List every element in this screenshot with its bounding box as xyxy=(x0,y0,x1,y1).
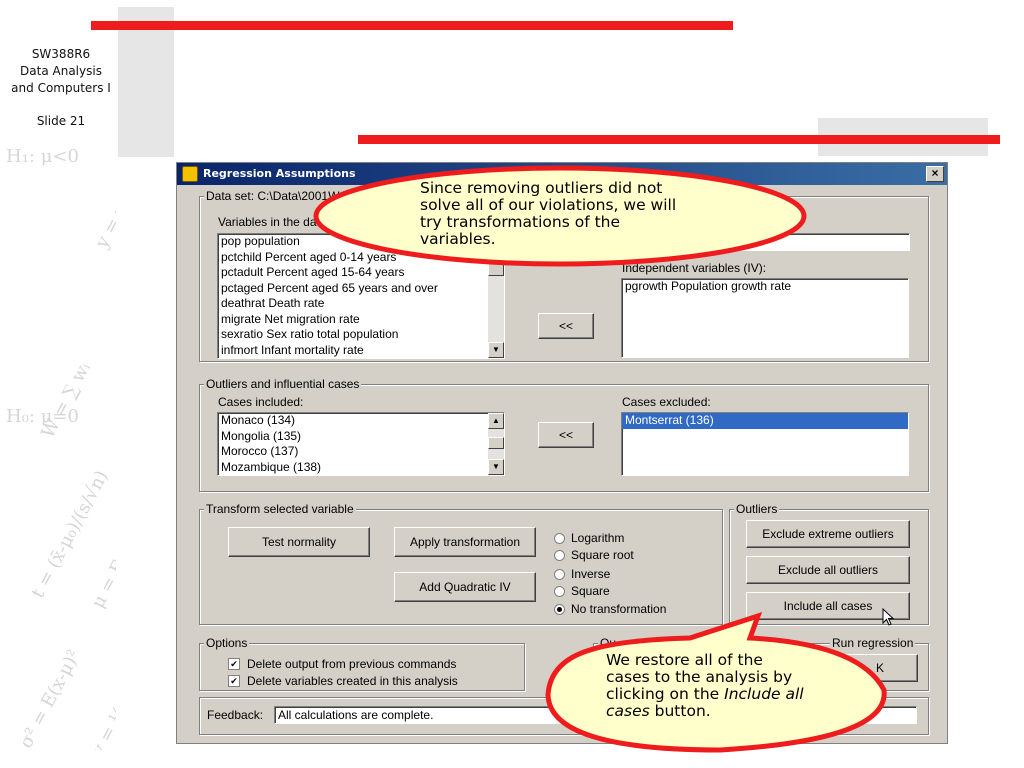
callout-bottom-emphasis: cases xyxy=(606,702,650,720)
radio-label: Square xyxy=(571,584,610,598)
move-case-button[interactable]: << xyxy=(538,422,594,448)
course-code: SW388R6 xyxy=(31,47,91,61)
variables-label: Variables in the data xyxy=(218,215,327,229)
outliers-influential-label: Outliers and influential cases xyxy=(204,377,362,391)
radio-dot xyxy=(554,532,565,544)
radio-dot xyxy=(554,549,565,561)
callout-bottom-line: clicking on the Include all xyxy=(606,686,856,703)
case-item[interactable]: Mongolia (135) xyxy=(218,429,504,445)
callout-bottom-text: We restore all of the cases to the analy… xyxy=(606,652,856,720)
checkbox-box: ✔ xyxy=(228,658,240,670)
delete-variables-checkbox[interactable]: ✔ Delete variables created in this analys… xyxy=(228,674,458,688)
exclude-all-outliers-button[interactable]: Exclude all outliers xyxy=(746,556,910,584)
decor-red-bar-mid xyxy=(358,135,1000,144)
slide-number: Slide 21 xyxy=(36,114,86,128)
delete-output-checkbox[interactable]: ✔ Delete output from previous commands xyxy=(228,657,456,671)
variable-item[interactable]: migrate Net migration rate xyxy=(218,312,504,328)
add-quadratic-button[interactable]: Add Quadratic IV xyxy=(394,572,536,602)
formula: y = xⱼ xyxy=(91,196,116,252)
move-variable-button[interactable]: << xyxy=(538,313,594,339)
scroll-thumb[interactable] xyxy=(488,437,504,449)
callout-top-line: Since removing outliers did not xyxy=(420,179,663,197)
scroll-up-icon[interactable]: ▲ xyxy=(488,413,504,429)
independent-list[interactable]: pgrowth Population growth rate xyxy=(621,278,909,358)
app-icon xyxy=(182,166,198,182)
formula: H₀: μ=0 xyxy=(6,406,79,427)
course-info: SW388R6 Data Analysis and Computers I Sl… xyxy=(0,46,122,130)
checkbox-label: Delete variables created in this analysi… xyxy=(247,674,458,688)
options-label: Options xyxy=(204,636,250,650)
outliers-influential-group: Outliers and influential cases Cases inc… xyxy=(199,377,929,492)
case-item[interactable]: Morocco (137) xyxy=(218,444,504,460)
formula: σ² = E(x-μ)² xyxy=(15,646,85,750)
excluded-case-item[interactable]: Montserrat (136) xyxy=(622,413,908,429)
scroll-down-icon[interactable]: ▼ xyxy=(488,459,504,475)
outliers-label: Outliers xyxy=(734,502,780,516)
case-item[interactable]: Monaco (134) xyxy=(218,413,504,429)
callout-bottom-text-plain: button. xyxy=(649,702,711,720)
callout-bottom-emphasis: Include all xyxy=(724,685,804,703)
callout-top-line: variables. xyxy=(420,230,496,248)
radio-logarithm[interactable]: Logarithm xyxy=(554,531,624,545)
exclude-extreme-outliers-button[interactable]: Exclude extreme outliers xyxy=(746,520,910,548)
variable-item[interactable]: pctaged Percent aged 65 years and over xyxy=(218,281,504,297)
radio-dot xyxy=(554,568,565,580)
callout-bottom-text-plain: clicking on the xyxy=(606,685,725,703)
feedback-label: Feedback: xyxy=(207,708,264,722)
variable-item[interactable]: infmort Infant mortality rate xyxy=(218,343,504,359)
close-button[interactable]: × xyxy=(926,166,944,182)
test-normality-button[interactable]: Test normality xyxy=(228,527,370,557)
cases-excluded-label: Cases excluded: xyxy=(622,395,711,409)
callout-top-line: solve all of our violations, we will xyxy=(420,196,677,214)
variable-item[interactable]: sexratio Sex ratio total population xyxy=(218,327,504,343)
course-title-1: Data Analysis xyxy=(20,64,102,78)
callout-bottom-line: We restore all of the xyxy=(606,651,763,669)
case-item[interactable]: Mozambique (138) xyxy=(218,460,504,476)
cases-included-list[interactable]: Monaco (134) Mongolia (135) Morocco (137… xyxy=(217,412,505,476)
formula: H₁: μ<0 xyxy=(6,146,79,167)
radio-square-root[interactable]: Square root xyxy=(554,548,634,562)
radio-label: Logarithm xyxy=(571,531,625,545)
callout-bottom-line: cases button. xyxy=(606,703,856,720)
checkbox-label: Delete output from previous commands xyxy=(247,657,457,671)
cases-scrollbar[interactable]: ▲ ▼ xyxy=(488,413,504,475)
formula: y = ½(xⱼ + xⱼ₊₁) xyxy=(88,625,116,750)
options-group: Options ✔ Delete output from previous com… xyxy=(199,636,525,691)
cases-excluded-list[interactable]: Montserrat (136) xyxy=(621,412,909,476)
course-title-2: and Computers I xyxy=(11,81,111,95)
variable-item[interactable]: deathrat Death rate xyxy=(218,296,504,312)
radio-dot xyxy=(554,585,565,597)
callout-bottom-line: cases to the analysis by xyxy=(606,668,793,686)
decor-red-bar-top xyxy=(91,21,733,30)
callout-top-line: try transformations of the xyxy=(420,213,621,231)
radio-inverse[interactable]: Inverse xyxy=(554,567,610,581)
apply-transformation-button[interactable]: Apply transformation xyxy=(394,527,536,557)
callout-top-text: Since removing outliers did not solve al… xyxy=(420,180,760,248)
checkbox-box: ✔ xyxy=(228,675,240,687)
radio-label: Square root xyxy=(571,548,634,562)
radio-square[interactable]: Square xyxy=(554,584,610,598)
transform-label: Transform selected variable xyxy=(204,502,356,516)
decorative-formulas: H₁: μ<0 y = xⱼ W = ∑ wᵢ H₀: μ=0 t = (x̄-… xyxy=(4,130,116,750)
formula: μ = E(x) xyxy=(87,535,116,612)
radio-label: Inverse xyxy=(571,567,611,581)
scroll-down-icon[interactable]: ▼ xyxy=(488,342,504,358)
cases-included-label: Cases included: xyxy=(218,395,304,409)
